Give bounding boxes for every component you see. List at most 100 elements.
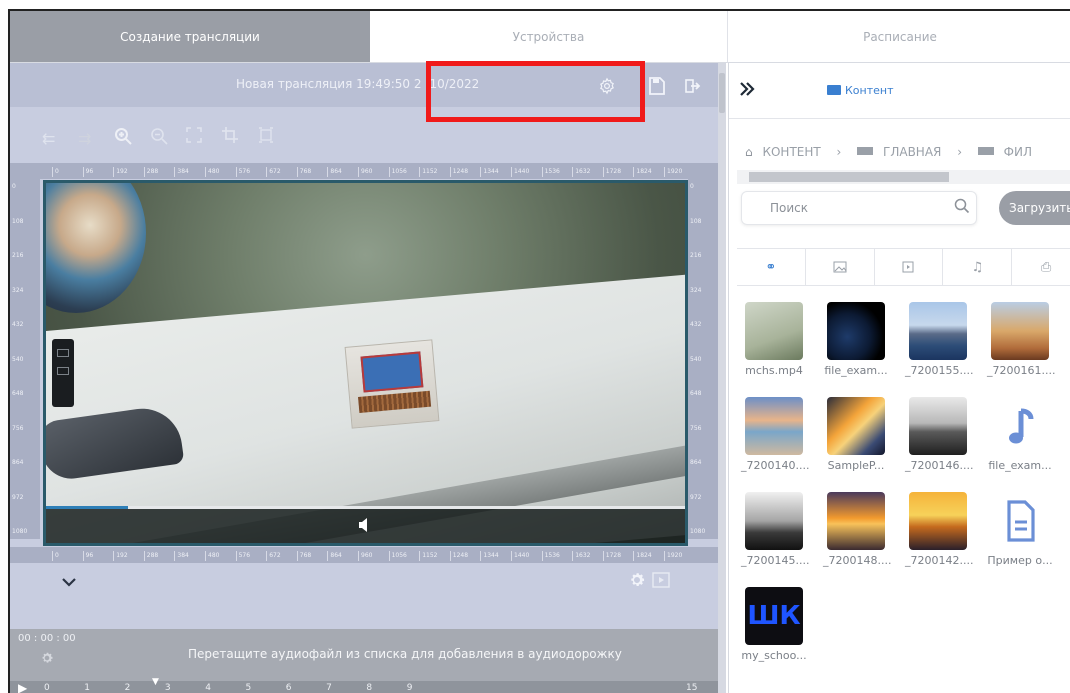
breadcrumb: ⌂ КОНТЕНТ › ГЛАВНАЯ › ФИЛ (745, 145, 1032, 159)
file-item[interactable]: _7200161.... (987, 302, 1056, 377)
layer-thumb-1[interactable] (57, 349, 69, 357)
playhead-marker[interactable]: ▼ (152, 677, 159, 687)
ruler-tick: 960 (358, 167, 372, 177)
tab-schedule[interactable]: Расписание (728, 11, 1070, 63)
ruler-tick: 1632 (572, 551, 590, 561)
breadcrumb-item-main[interactable]: ГЛАВНАЯ (883, 145, 941, 159)
top-ruler: 0 96 192 288 384 480 576 672 768 864 960 1056 1152 12… (10, 163, 718, 179)
audio-track[interactable]: 00 : 00 : 00 Перетащите аудиофайл из спи… (10, 629, 718, 681)
vase (46, 183, 146, 313)
thumbnail-image (909, 302, 967, 360)
ruler-tick: 864 (12, 459, 24, 466)
layer-mini-panel[interactable] (52, 339, 74, 407)
file-item[interactable]: file_exam... (823, 302, 889, 377)
file-item[interactable]: _7200140.... (741, 397, 809, 472)
preview-play-icon[interactable] (652, 571, 670, 593)
ruler-tick: 540 (690, 355, 702, 363)
layer-thumb-2[interactable] (57, 367, 69, 375)
file-item[interactable]: Пример о... (987, 492, 1053, 567)
audio-type-icon[interactable]: ♫ (943, 249, 1013, 285)
tab-devices[interactable]: Устройства (370, 11, 728, 63)
ruler-tick: 1344 (480, 551, 499, 561)
file-item[interactable]: file_exam... (987, 397, 1053, 472)
timeline-mark: 15 (686, 683, 698, 693)
fit-frame-icon[interactable] (258, 127, 274, 147)
breadcrumb-scrollbar[interactable] (737, 170, 1070, 184)
exit-icon[interactable] (682, 75, 704, 97)
broadcast-title-text: Новая трансляция 19:49:50 2 (236, 77, 422, 91)
folder-icon (857, 147, 874, 155)
breadcrumb-item-fil[interactable]: ФИЛ (1004, 145, 1032, 159)
ruler-tick: 1824 (633, 551, 652, 561)
file-item[interactable]: _7200142.... (905, 492, 974, 567)
ruler-tick: 1536 (541, 551, 560, 561)
file-item[interactable]: _7200148.... (823, 492, 892, 567)
thumbnail-image (909, 492, 967, 550)
matchbox (344, 339, 440, 429)
save-icon[interactable] (646, 75, 668, 97)
tab-bar: Создание трансляции Устройства Расписани… (10, 11, 1070, 63)
ruler-tick: 576 (235, 551, 250, 561)
undo-icon[interactable]: ⇇ (42, 129, 55, 148)
ruler-tick: 480 (205, 167, 219, 177)
track-settings-gear-icon[interactable] (628, 571, 646, 593)
search-input[interactable]: Поиск (741, 191, 977, 225)
ruler-tick: 192 (113, 551, 128, 561)
file-name: _7200142.... (905, 554, 974, 567)
crop-icon[interactable] (222, 127, 238, 147)
video-type-icon[interactable] (875, 249, 944, 285)
upload-button[interactable]: Загрузить (999, 191, 1070, 225)
ruler-tick: 1080 (690, 528, 706, 535)
video-preview[interactable] (43, 180, 688, 546)
chevron-down-icon[interactable] (62, 573, 76, 592)
file-name: _7200148.... (823, 554, 892, 567)
ruler-tick: 864 (327, 551, 342, 561)
file-item[interactable]: SampleP... (823, 397, 889, 472)
ruler-tick: 384 (174, 167, 189, 177)
ruler-tick: 1728 (602, 551, 621, 561)
timeline-mark: 9 (406, 683, 413, 693)
ruler-tick: 1536 (541, 167, 560, 177)
image-type-icon[interactable] (806, 249, 875, 285)
tab-create-broadcast[interactable]: Создание трансляции (10, 11, 370, 63)
ruler-tick: 192 (113, 167, 128, 177)
zoom-out-icon[interactable] (150, 127, 168, 149)
file-name: _7200161.... (987, 364, 1056, 377)
file-item[interactable]: _7200146.... (905, 397, 974, 472)
ruler-tick: 0 (52, 167, 59, 177)
ruler-tick: 1152 (419, 167, 437, 177)
file-item[interactable]: mchs.mp4 (741, 302, 807, 377)
fullscreen-icon[interactable] (186, 127, 202, 147)
link-type-icon[interactable]: ⚭ (737, 249, 806, 285)
content-folder-link[interactable]: Контент (827, 84, 894, 97)
scrollbar-thumb[interactable] (719, 73, 725, 113)
folder-icon (977, 147, 994, 155)
editor-scrollbar[interactable] (718, 63, 726, 693)
volume-icon[interactable] (358, 517, 370, 536)
ruler-tick: 1056 (388, 551, 407, 561)
scrollbar-thumb[interactable] (749, 172, 949, 182)
print-type-icon[interactable]: ⎙ (1012, 249, 1070, 285)
timeline[interactable]: ▶ ▼ 0 1 2 3 4 5 6 7 8 9 15 (10, 677, 718, 693)
thumbnail-image (745, 302, 803, 360)
file-item[interactable]: ШК my_schoo... (741, 587, 807, 662)
file-item[interactable]: _7200155.... (905, 302, 973, 377)
highlight-annotation-box (426, 61, 645, 122)
file-name: mchs.mp4 (745, 364, 803, 377)
ruler-tick: 1920 (664, 551, 682, 561)
file-name: _7200146.... (905, 459, 974, 472)
ruler-tick: 756 (12, 424, 24, 432)
ruler-tick: 768 (296, 167, 311, 177)
breadcrumb-item-content[interactable]: КОНТЕНТ (762, 145, 820, 159)
audio-gear-icon[interactable] (40, 651, 54, 669)
home-icon[interactable]: ⌂ (745, 145, 753, 159)
expand-panel-icon[interactable] (739, 81, 755, 100)
ruler-tick: 648 (690, 390, 702, 397)
redo-icon[interactable]: ⇉ (78, 129, 91, 148)
ruler-tick: 1440 (511, 167, 529, 177)
play-icon[interactable]: ▶ (18, 681, 27, 693)
thumbnail-image (827, 397, 885, 455)
zoom-in-icon[interactable] (114, 127, 132, 149)
file-item[interactable]: _7200145.... (741, 492, 809, 567)
search-icon[interactable] (954, 198, 970, 218)
